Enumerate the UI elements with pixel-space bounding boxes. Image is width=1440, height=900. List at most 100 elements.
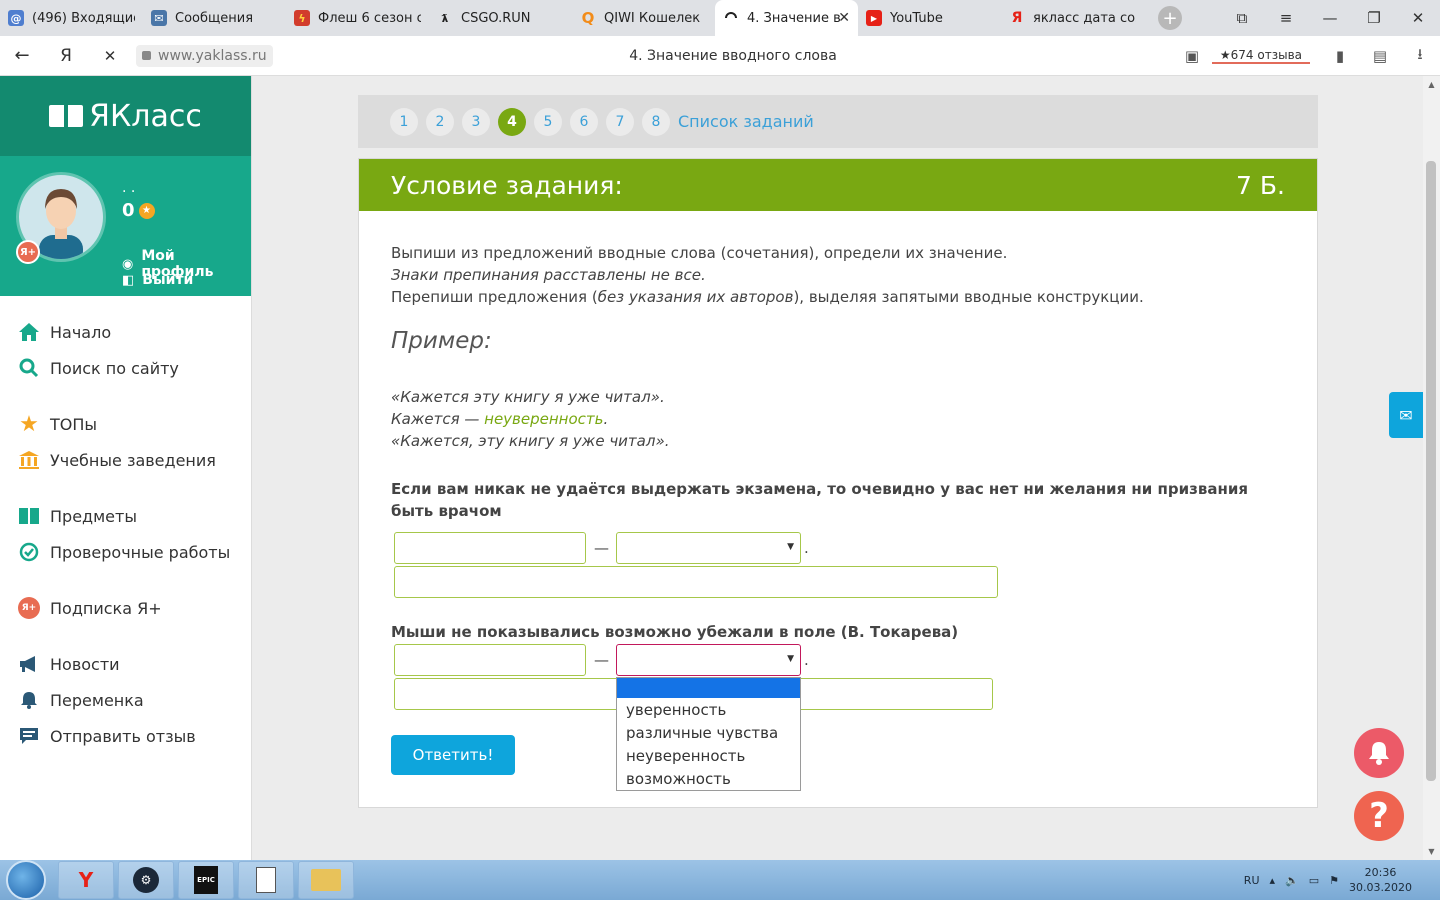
star-icon: ★ [19,411,39,437]
instruction-line-2: Знаки препинания расставлены не все. [391,266,706,284]
language-indicator[interactable]: RU [1244,874,1260,887]
tab-mail[interactable]: @ (496) Входящие [0,0,143,36]
lightning-icon: ϟ [294,10,310,26]
minimize-icon[interactable]: — [1308,9,1352,27]
task-pager: 1 2 3 4 5 6 7 8 Список заданий [358,95,1318,148]
close-window-icon[interactable]: ✕ [1396,9,1440,27]
sidebar-item-subjects[interactable]: Предметы [0,498,251,534]
back-arrow-icon[interactable]: ← [0,45,44,66]
tab-yaklass-active[interactable]: 4. Значение в ✕ [715,0,858,36]
feedback-icon [17,727,41,745]
notifications-button[interactable] [1354,728,1404,778]
page-7-button[interactable]: 7 [606,107,634,136]
notepad-icon [256,867,276,893]
q1-dash: — [594,539,609,557]
sidebar-item-schools[interactable]: Учебные заведения [0,442,251,478]
page-1-button[interactable]: 1 [390,107,418,136]
home-icon [17,322,41,342]
feedback-mail-button[interactable]: ✉ [1389,392,1423,438]
dropdown-option[interactable]: возможность [617,767,800,790]
page-3-button[interactable]: 3 [462,107,490,136]
tab-yandex-search[interactable]: Яякласс дата соз [1001,0,1144,36]
yandex-browser-icon: Y [78,868,94,892]
page-5-button[interactable]: 5 [534,107,562,136]
taskbar-explorer[interactable] [298,861,354,899]
ya-plus-badge-icon: Я+ [16,240,40,264]
new-tab-button[interactable]: + [1158,6,1182,30]
tab-youtube[interactable]: ▶ YouTube [858,0,1001,36]
tabs-icon[interactable]: ⧉ [1220,9,1264,27]
scroll-down-icon[interactable]: ▼ [1423,847,1440,856]
q1-meaning-select[interactable]: ▼ [616,532,801,564]
task-list-link[interactable]: Список заданий [678,112,814,131]
bookmark-icon[interactable]: ▮ [1320,47,1360,65]
sidebar-item-tests[interactable]: Проверочные работы [0,534,251,570]
page-8-button[interactable]: 8 [642,107,670,136]
sidebar-item-break[interactable]: Переменка [0,682,251,718]
page-4-button-current[interactable]: 4 [498,107,526,136]
clock[interactable]: 20:36 30.03.2020 [1349,865,1412,895]
network-icon[interactable]: ▭ [1309,874,1319,887]
close-tab-icon[interactable]: ✕ [838,10,850,26]
sidebar-item-feedback[interactable]: Отправить отзыв [0,718,251,754]
check-icon [17,542,41,562]
submit-answer-button[interactable]: Ответить! [391,735,515,775]
page-scrollbar[interactable]: ▲ ▼ [1423,76,1440,860]
qiwi-icon: Q [581,9,595,27]
user-circle-icon: ◉ [122,256,134,272]
scroll-up-icon[interactable]: ▲ [1423,80,1440,89]
user-name: . . [122,180,136,196]
maximize-icon[interactable]: ❐ [1352,9,1396,27]
logout-link[interactable]: ◧ Выйти [122,272,193,288]
mail-icon: @ [8,10,24,26]
menu-icon[interactable]: ≡ [1264,9,1308,27]
q2-meaning-select[interactable]: ▼ [616,644,801,676]
site-logo[interactable]: ЯКласс [0,76,251,156]
flag-icon[interactable]: ⚑ [1329,874,1339,887]
q1-word-input[interactable] [394,532,586,564]
sidebar-item-search[interactable]: Поиск по сайту [0,350,251,386]
taskbar-yandex-browser[interactable]: Y [58,861,114,899]
stop-loading-icon[interactable]: ✕ [88,47,132,65]
system-tray: RU ▴ 🔈 ▭ ⚑ 20:36 30.03.2020 [1244,860,1440,900]
dropdown-option[interactable]: уверенность [617,698,800,721]
dropdown-option[interactable]: различные чувства [617,721,800,744]
page-2-button[interactable]: 2 [426,107,454,136]
dropdown-arrow-icon: ▼ [787,542,794,552]
taskbar-notepad[interactable] [238,861,294,899]
taskbar-epic-games[interactable]: EPIC [178,861,234,899]
tab-qiwi[interactable]: Q QIWI Кошелек [572,0,715,36]
tray-up-arrow-icon[interactable]: ▴ [1270,874,1276,887]
sidebar-item-news[interactable]: Новости [0,646,251,682]
page-6-button[interactable]: 6 [570,107,598,136]
sidebar-item-home[interactable]: Начало [0,314,251,350]
url-field[interactable]: www.yaklass.ru [136,44,273,67]
sidebar-item-tops[interactable]: ★ ТОПы [0,406,251,442]
taskbar-steam[interactable]: ⚙ [118,861,174,899]
volume-icon[interactable]: 🔈 [1285,874,1299,887]
sidebar-item-subscription[interactable]: Я+ Подписка Я+ [0,590,251,626]
steam-icon: ⚙ [133,867,159,893]
tab-csgo[interactable]: ƛ CSGO.RUN [429,0,572,36]
start-button[interactable] [6,860,46,900]
book-logo-icon [49,105,84,127]
q1-sentence-input[interactable] [394,566,998,598]
sidebar: ЯКласс Я+ . . 0 ★ ◉ Мой профиль ◧ Выйти Нач… [0,76,252,860]
dropdown-option-empty-selected[interactable] [617,678,800,698]
reader-icon[interactable]: ▤ [1360,47,1400,65]
yandex-logo-icon[interactable]: Я [44,46,88,66]
youtube-icon: ▶ [866,10,882,26]
tab-flash[interactable]: ϟ Флеш 6 сезон с [286,0,429,36]
scrollbar-thumb[interactable] [1426,161,1436,781]
windows-taskbar: Y ⚙ EPIC RU ▴ 🔈 ▭ ⚑ 20:36 30.03.2020 [0,860,1440,900]
help-button[interactable]: ? [1354,791,1404,841]
protect-icon[interactable]: ▣ [1172,47,1212,65]
rating-badge[interactable]: ★674 отзыва [1211,48,1310,64]
message-icon: ✉ [151,10,167,26]
dropdown-option[interactable]: неуверенность [617,744,800,767]
download-icon[interactable]: ⭳ [1400,44,1440,69]
tab-messages[interactable]: ✉ Сообщения [143,0,286,36]
dropdown-arrow-icon: ▼ [787,654,794,664]
runner-icon: ƛ [441,11,449,25]
q2-word-input[interactable] [394,644,586,676]
